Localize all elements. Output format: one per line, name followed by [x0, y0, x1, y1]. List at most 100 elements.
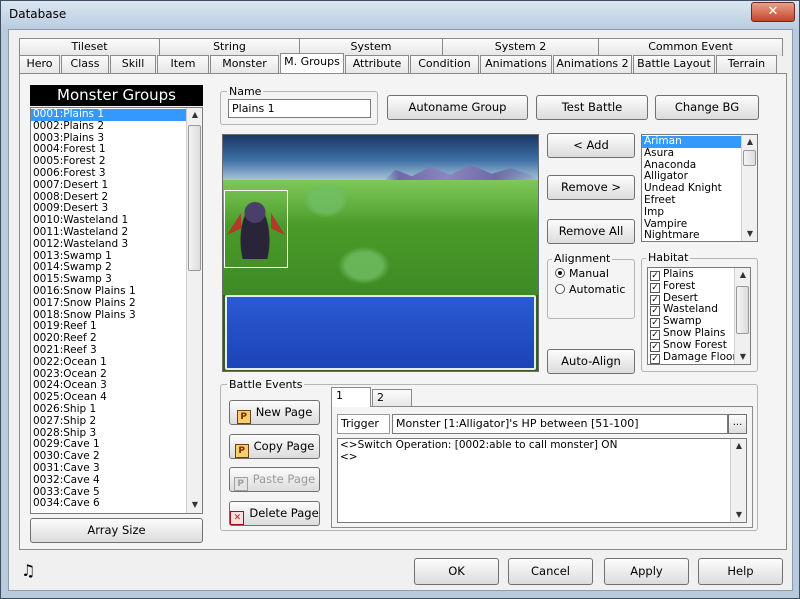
tab-tileset[interactable]: Tileset	[19, 38, 160, 56]
ok-button[interactable]: OK	[414, 558, 499, 585]
battle-preview[interactable]	[222, 134, 539, 372]
tab-common-event[interactable]: Common Event	[598, 38, 783, 56]
copy-page-icon: P	[234, 444, 249, 458]
tab-string[interactable]: String	[159, 38, 300, 56]
checkbox-checked-icon[interactable]: ✓	[650, 341, 660, 352]
close-button[interactable]: ✕	[751, 2, 795, 22]
checkbox-checked-icon[interactable]: ✓	[650, 306, 660, 317]
event-page-tab-2[interactable]: 2	[372, 389, 412, 407]
habitat-item-label: Wasteland	[663, 303, 718, 316]
monster-group-item-label: 0034:Cave 6	[33, 497, 100, 510]
scroll-thumb[interactable]	[736, 286, 749, 334]
event-command[interactable]: <>	[338, 450, 746, 464]
copy-page-button[interactable]: P Copy Page	[229, 434, 320, 459]
title-bar[interactable]: Database ✕	[1, 1, 799, 29]
event-commands-list[interactable]: <>Switch Operation: [0002:able to call m…	[337, 438, 747, 523]
event-page-tab-1[interactable]: 1	[331, 387, 371, 407]
tab-m-groups[interactable]: M. Groups	[280, 53, 344, 73]
trigger-value-field[interactable]: Monster [1:Alligator]'s HP between [51-1…	[392, 414, 728, 434]
habitat-item-label: Snow Plains	[663, 326, 726, 339]
checkbox-checked-icon[interactable]: ✓	[650, 282, 660, 293]
habitat-item-label: Swamp	[663, 315, 702, 328]
monster-group-item[interactable]: 0034:Cave 6	[31, 497, 202, 510]
test-battle-button[interactable]: Test Battle	[536, 95, 648, 120]
monster-sprite-selected[interactable]	[224, 190, 288, 268]
scroll-down-icon[interactable]: ▼	[735, 350, 750, 364]
array-size-button[interactable]: Array Size	[30, 518, 203, 543]
auto-align-button[interactable]: Auto-Align	[547, 349, 635, 374]
alignment-option-manual[interactable]: Manual	[555, 267, 609, 280]
tab-hero[interactable]: Hero	[19, 55, 60, 73]
alignment-option-automatic[interactable]: Automatic	[555, 283, 625, 296]
monster-sprite-ghost[interactable]	[333, 243, 395, 288]
scroll-down-icon[interactable]: ▼	[187, 498, 202, 512]
music-note-icon[interactable]: ♫	[21, 561, 35, 580]
monster-group-item-label: 0030:Cave 2	[33, 450, 100, 463]
monster-item-label: Asura	[644, 146, 675, 159]
trigger-browse-button[interactable]: ...	[728, 414, 747, 434]
monster-group-item-label: 0019:Reef 1	[33, 320, 97, 333]
tab-system-2[interactable]: System 2	[442, 38, 599, 56]
message-window	[225, 295, 536, 370]
tab-condition[interactable]: Condition	[410, 55, 479, 73]
scroll-thumb[interactable]	[743, 150, 756, 166]
scroll-up-icon[interactable]: ▲	[187, 108, 202, 122]
remove-button[interactable]: Remove >	[547, 175, 635, 200]
habitat-list[interactable]: ✓ Plains ✓ Forest ✓ Desert ✓ Wasteland ✓ Swamp ✓ Sn…	[647, 267, 751, 365]
scroll-thumb[interactable]	[188, 125, 201, 271]
tab-animations-2[interactable]: Animations 2	[553, 55, 632, 73]
scroll-down-icon[interactable]: ▼	[742, 227, 757, 241]
paste-page-button[interactable]: P Paste Page	[229, 467, 320, 492]
change-bg-button[interactable]: Change BG	[655, 95, 759, 120]
monster-group-item-label: 0023:Ocean 2	[33, 367, 107, 380]
monster-group-item-label: 0032:Cave 4	[33, 473, 100, 486]
monster-group-item-label: 0024:Ocean 3	[33, 379, 107, 392]
tab-battle-layout[interactable]: Battle Layout	[633, 55, 715, 73]
monster-item[interactable]: Nightmare	[642, 229, 757, 241]
tab-monster[interactable]: Monster	[210, 55, 279, 73]
monster-group-item-label: 0016:Snow Plains 1	[33, 284, 136, 297]
monster-group-item-label: 0031:Cave 3	[33, 461, 100, 474]
checkbox-checked-icon[interactable]: ✓	[650, 294, 660, 305]
monster-scrollbar[interactable]: ▲ ▼	[741, 135, 757, 241]
name-label: Name	[227, 85, 264, 98]
monster-item-label: Ariman	[644, 135, 682, 147]
scroll-down-icon[interactable]: ▼	[731, 508, 746, 522]
monster-groups-list[interactable]: 0001:Plains 1 0002:Plains 2 0003:Plains 30…	[30, 107, 203, 514]
monster-group-item-label: 0007:Desert 1	[33, 178, 109, 191]
habitat-scrollbar[interactable]: ▲ ▼	[734, 268, 750, 364]
remove-all-button[interactable]: Remove All	[547, 219, 635, 244]
tab-skill[interactable]: Skill	[110, 55, 156, 73]
groups-scrollbar[interactable]: ▲ ▼	[186, 108, 202, 513]
tab-class[interactable]: Class	[61, 55, 109, 73]
scroll-up-icon[interactable]: ▲	[742, 135, 757, 149]
checkbox-checked-icon[interactable]: ✓	[650, 318, 660, 329]
scroll-up-icon[interactable]: ▲	[731, 439, 746, 453]
tab-item[interactable]: Item	[157, 55, 209, 73]
event-command[interactable]: <>Switch Operation: [0002:able to call m…	[338, 439, 746, 452]
monster-group-item-label: 0015:Swamp 3	[33, 273, 112, 286]
help-button[interactable]: Help	[698, 558, 783, 585]
new-page-button[interactable]: P New Page	[229, 400, 320, 425]
checkbox-checked-icon[interactable]: ✓	[650, 329, 660, 340]
event-command-label: <>Switch Operation: [0002:able to call m…	[340, 439, 618, 451]
name-input[interactable]: Plains 1	[228, 99, 371, 118]
event-command-label: <>	[340, 450, 358, 463]
monster-group-item-label: 0013:Swamp 1	[33, 249, 112, 262]
tab-attribute[interactable]: Attribute	[345, 55, 409, 73]
add-button[interactable]: < Add	[547, 133, 635, 158]
monster-group-item-label: 0010:Wasteland 1	[33, 214, 129, 227]
commands-scrollbar[interactable]: ▲ ▼	[730, 439, 746, 522]
checkbox-checked-icon[interactable]: ✓	[650, 353, 660, 364]
autoname-group-button[interactable]: Autoname Group	[387, 95, 528, 120]
delete-page-button[interactable]: ✕ Delete Page	[229, 501, 320, 526]
apply-button[interactable]: Apply	[604, 558, 689, 585]
checkbox-checked-icon[interactable]: ✓	[650, 271, 660, 281]
monster-group-item-label: 0017:Snow Plains 2	[33, 296, 136, 309]
monster-sprite-ghost[interactable]	[301, 180, 351, 220]
cancel-button[interactable]: Cancel	[508, 558, 593, 585]
tab-terrain[interactable]: Terrain	[716, 55, 777, 73]
scroll-up-icon[interactable]: ▲	[735, 268, 750, 282]
monster-list[interactable]: Ariman Asura Anaconda Alligator Undead Knigh…	[641, 134, 758, 242]
tab-animations[interactable]: Animations	[480, 55, 552, 73]
